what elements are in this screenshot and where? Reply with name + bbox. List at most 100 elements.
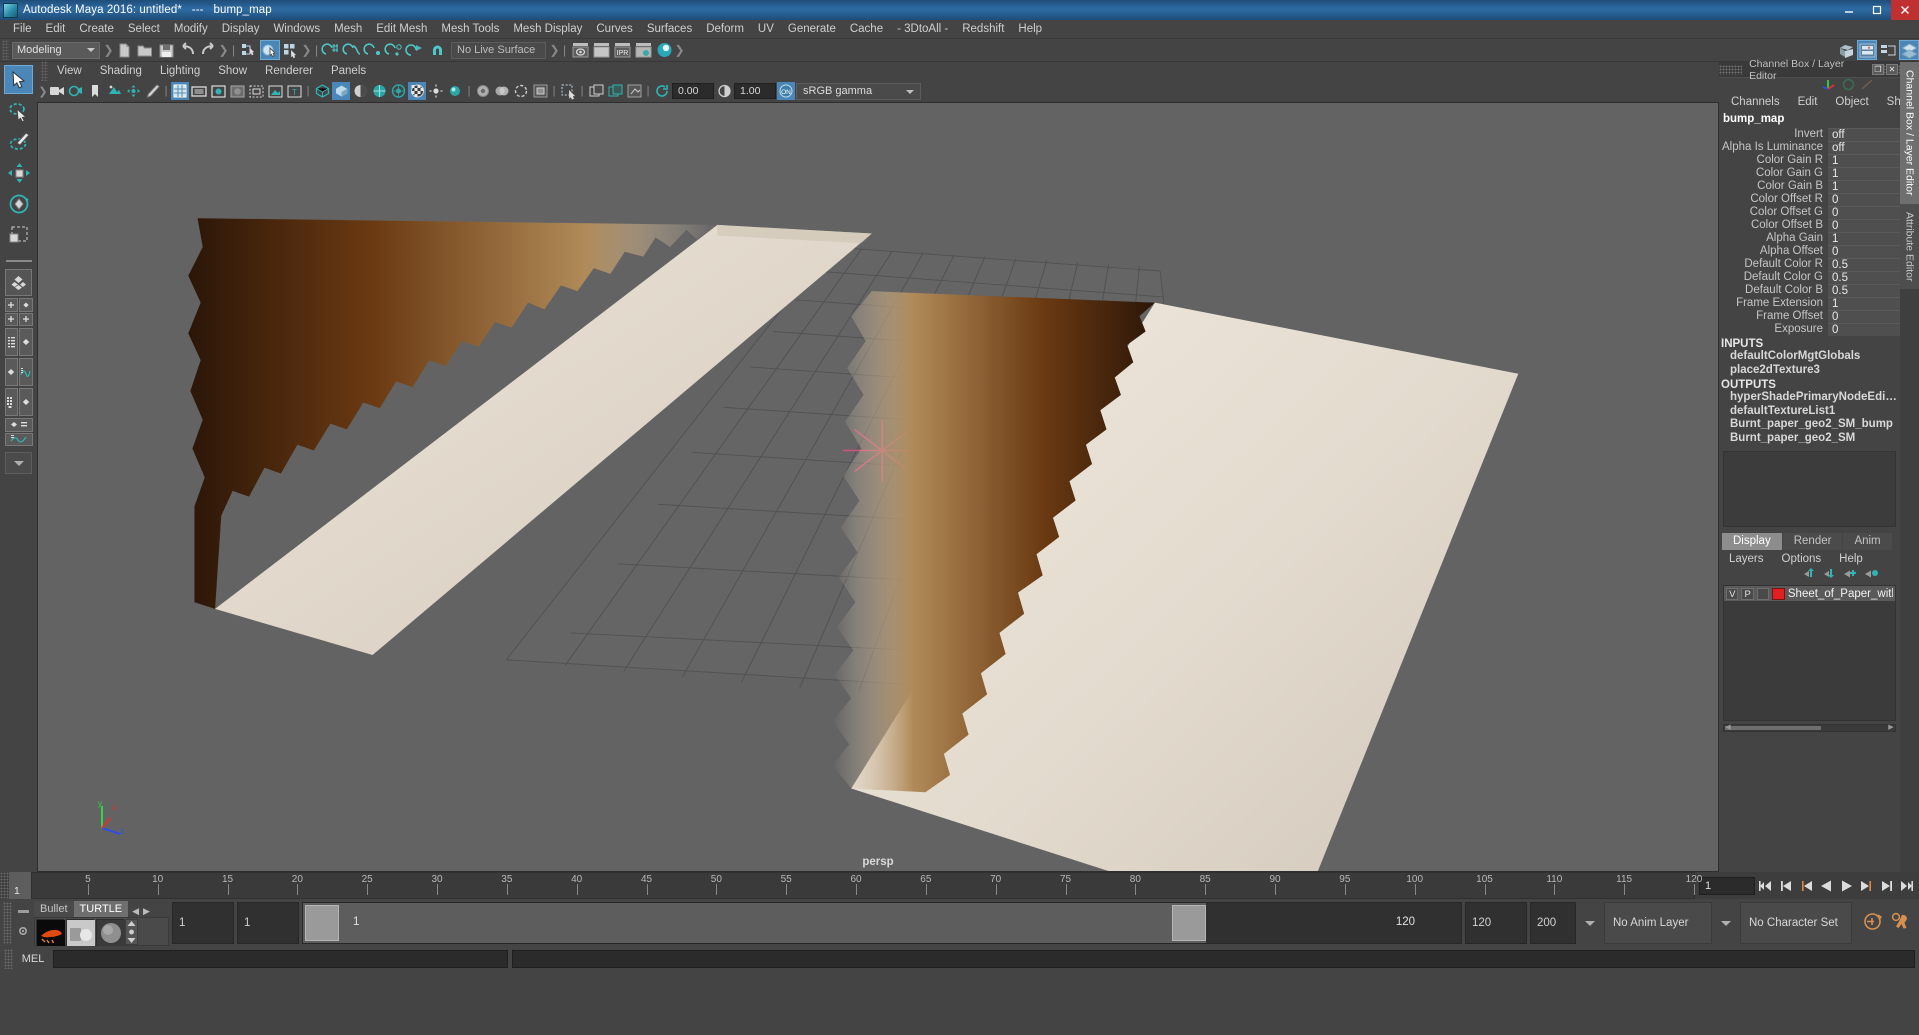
shelf-next-icon[interactable]: ▶ bbox=[143, 906, 150, 917]
output-node[interactable]: defaultTextureList1 bbox=[1719, 405, 1900, 419]
exposure-reset-icon[interactable] bbox=[653, 82, 671, 100]
display-layer-list[interactable]: V P Sheet_of_Paper_with_Bu bbox=[1723, 585, 1896, 721]
animation-end-time-field[interactable]: 200 bbox=[1530, 902, 1576, 944]
animation-preferences-icon[interactable] bbox=[1890, 912, 1910, 934]
attribute-row[interactable]: Color Gain R 1 bbox=[1719, 154, 1900, 167]
render-settings-icon[interactable] bbox=[633, 40, 653, 60]
layer-options-menu[interactable]: Options bbox=[1774, 553, 1832, 565]
step-back-keyframe-icon[interactable] bbox=[1777, 876, 1795, 895]
menu-file[interactable]: File bbox=[6, 20, 39, 39]
attribute-value[interactable]: 1 bbox=[1828, 232, 1900, 245]
bake-view-icon[interactable] bbox=[625, 82, 643, 100]
range-slider-left-handle[interactable] bbox=[305, 905, 339, 941]
attribute-value[interactable]: 0 bbox=[1828, 245, 1900, 258]
viewport-menu-grip[interactable] bbox=[41, 61, 48, 81]
scale-tool[interactable] bbox=[4, 220, 33, 249]
attribute-value[interactable]: off bbox=[1828, 141, 1900, 154]
range-row-grip[interactable] bbox=[3, 902, 12, 944]
menu-curves[interactable]: Curves bbox=[589, 20, 639, 39]
panel-menu-view[interactable]: View bbox=[48, 62, 91, 80]
attribute-row[interactable]: Color Gain B 1 bbox=[1719, 180, 1900, 193]
attribute-value[interactable]: 0 bbox=[1828, 219, 1900, 232]
attribute-row[interactable]: Color Gain G 1 bbox=[1719, 167, 1900, 180]
exposure-icon[interactable] bbox=[266, 82, 284, 100]
attribute-row[interactable]: Default Color B 0.5 bbox=[1719, 284, 1900, 297]
current-frame-field[interactable]: 1 bbox=[1699, 876, 1755, 895]
persp-graph-outliner-layout[interactable] bbox=[4, 418, 33, 446]
output-node[interactable]: Burnt_paper_geo2_SM bbox=[1719, 432, 1900, 446]
output-node[interactable]: hyperShadePrimaryNodeEditorSavedT... bbox=[1719, 391, 1900, 405]
magnet-icon[interactable] bbox=[427, 40, 447, 60]
layers-menu[interactable]: Layers bbox=[1725, 553, 1774, 565]
attribute-value[interactable]: 0.5 bbox=[1828, 258, 1900, 271]
menu-surfaces[interactable]: Surfaces bbox=[640, 20, 699, 39]
create-empty-layer-icon[interactable] bbox=[1843, 568, 1857, 582]
four-view-layout[interactable] bbox=[4, 298, 33, 326]
chevron-down-icon[interactable] bbox=[1721, 920, 1731, 926]
camera-settings-icon[interactable] bbox=[48, 82, 66, 100]
menu-generate[interactable]: Generate bbox=[781, 20, 843, 39]
current-time-indicator[interactable]: 1 bbox=[9, 872, 31, 899]
film-origin-icon[interactable] bbox=[247, 82, 265, 100]
attribute-row[interactable]: Color Offset R 0 bbox=[1719, 193, 1900, 206]
xray-icon[interactable] bbox=[559, 82, 577, 100]
attribute-row[interactable]: Exposure 0 bbox=[1719, 323, 1900, 336]
redo-icon[interactable] bbox=[198, 40, 218, 60]
time-slider-track[interactable]: 5 10 15 20 25 30 35 40 45 50 55 60 65 70 75 80 85 90 95 100… bbox=[31, 872, 1702, 899]
2d-pan-zoom-icon[interactable] bbox=[124, 82, 142, 100]
shelf-collapse-icon[interactable] bbox=[17, 906, 30, 918]
shelf-settings-icon[interactable] bbox=[17, 925, 29, 940]
exposure-value-field[interactable]: 0.00 bbox=[672, 83, 714, 99]
menu-3dtoall[interactable]: - 3DtoAll - bbox=[890, 20, 955, 39]
input-node[interactable]: defaultColorMgtGlobals bbox=[1719, 350, 1900, 364]
show-hide-tool-settings-icon[interactable] bbox=[1878, 40, 1898, 60]
attribute-value[interactable]: off bbox=[1828, 128, 1900, 141]
persp-pane-icon-2[interactable] bbox=[4, 358, 18, 386]
command-input-field[interactable] bbox=[53, 950, 508, 968]
move-layer-up-icon[interactable] bbox=[1803, 568, 1816, 582]
maximize-button[interactable] bbox=[1863, 0, 1891, 20]
panel-menu-renderer[interactable]: Renderer bbox=[256, 62, 322, 80]
character-set-selector[interactable]: No Character Set bbox=[1740, 902, 1852, 944]
scroll-right-icon[interactable]: ▶ bbox=[1887, 724, 1895, 731]
vtab-attribute-editor[interactable]: Attribute Editor bbox=[1900, 203, 1919, 289]
step-forward-frame-icon[interactable] bbox=[1857, 876, 1875, 895]
attribute-value[interactable]: 1 bbox=[1828, 167, 1900, 180]
render-sequence-icon[interactable] bbox=[591, 40, 611, 60]
ipr-render-icon[interactable]: IPR bbox=[612, 40, 632, 60]
open-scene-icon[interactable] bbox=[135, 40, 155, 60]
lasso-select-tool[interactable] bbox=[4, 96, 33, 125]
persp-top-pane-icon[interactable] bbox=[4, 418, 33, 432]
menu-mesh[interactable]: Mesh bbox=[327, 20, 369, 39]
save-scene-icon[interactable] bbox=[156, 40, 176, 60]
menu-uv[interactable]: UV bbox=[751, 20, 781, 39]
command-line-grip[interactable] bbox=[4, 949, 13, 969]
menu-display[interactable]: Display bbox=[215, 20, 267, 39]
attribute-value[interactable]: 0 bbox=[1828, 310, 1900, 323]
tab-display[interactable]: Display bbox=[1722, 533, 1782, 550]
hypershade-persp-layout[interactable] bbox=[4, 388, 33, 416]
panel-menu-show[interactable]: Show bbox=[209, 62, 256, 80]
attribute-value[interactable]: 0.5 bbox=[1828, 271, 1900, 284]
attribute-value[interactable]: 0 bbox=[1828, 193, 1900, 206]
attribute-value[interactable]: 0 bbox=[1828, 323, 1900, 336]
color-management-toggle-icon[interactable]: ON bbox=[777, 82, 795, 100]
persp-pane-icon[interactable] bbox=[19, 328, 33, 356]
auto-key-icon[interactable] bbox=[1863, 912, 1883, 934]
attribute-row[interactable]: Alpha Is Luminance off bbox=[1719, 141, 1900, 154]
panel-menu-lighting[interactable]: Lighting bbox=[151, 62, 209, 80]
shelf-tab-bullet[interactable]: Bullet bbox=[34, 901, 74, 917]
outliner-pane-icon[interactable] bbox=[4, 328, 18, 356]
snap-to-curve-icon[interactable] bbox=[342, 40, 363, 60]
channels-menu[interactable]: Channels bbox=[1722, 96, 1789, 108]
attribute-row[interactable]: Default Color R 0.5 bbox=[1719, 258, 1900, 271]
layer-shading-toggle[interactable] bbox=[1756, 587, 1770, 600]
xray-joints-icon[interactable] bbox=[587, 82, 605, 100]
quad-cell-1[interactable] bbox=[4, 298, 18, 312]
perspective-viewport[interactable]: y x z persp bbox=[37, 102, 1719, 872]
menu-select[interactable]: Select bbox=[121, 20, 167, 39]
menu-cache[interactable]: Cache bbox=[843, 20, 890, 39]
layer-visibility-toggle[interactable]: V bbox=[1726, 587, 1739, 600]
shelf-spinner[interactable] bbox=[125, 918, 138, 945]
color-management-selector[interactable]: sRGB gamma bbox=[796, 82, 921, 100]
